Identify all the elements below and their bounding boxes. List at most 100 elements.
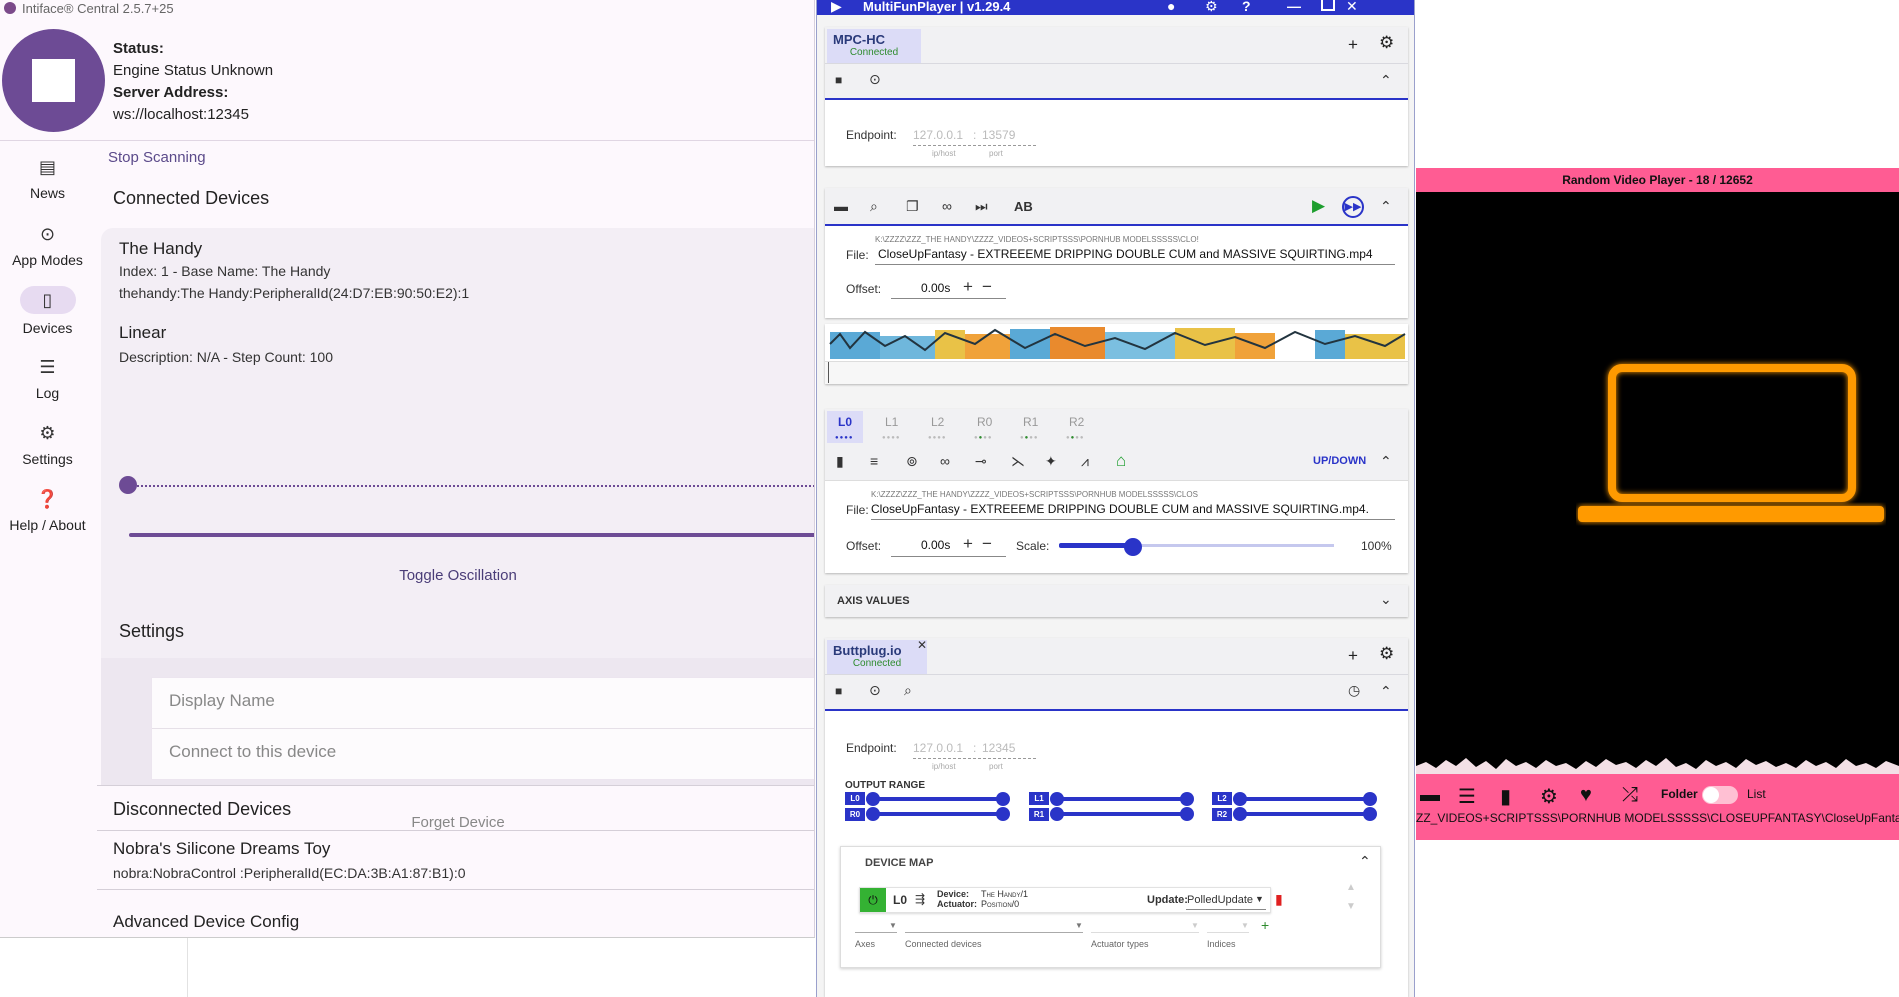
maximize-icon[interactable] — [1321, 0, 1335, 11]
actuator-slider-thumb[interactable] — [119, 476, 137, 494]
help-icon[interactable]: ? — [1242, 0, 1251, 14]
close-icon[interactable]: ✕ — [1346, 0, 1358, 15]
nav-settings[interactable]: ⚙ Settings — [0, 421, 95, 467]
range-thumb[interactable] — [996, 807, 1010, 821]
nav-news[interactable]: ▤ News — [0, 155, 95, 201]
axis-tab-r0[interactable]: R0 — [977, 415, 992, 429]
gamepad-icon[interactable]: ✦ — [1045, 453, 1057, 470]
range-thumb[interactable] — [1050, 807, 1064, 821]
move-up-icon[interactable]: ▲ — [1346, 882, 1356, 893]
actuator-types-select[interactable] — [1091, 932, 1199, 933]
play-icon[interactable]: ▶ — [1312, 196, 1325, 216]
disconnected-device-name[interactable]: Nobra's Silicone Dreams Toy — [113, 839, 330, 859]
range-thumb[interactable] — [996, 792, 1010, 806]
output-endpoint-port[interactable]: 12345 — [982, 741, 1015, 755]
playhead[interactable] — [828, 362, 829, 383]
range-thumb[interactable] — [866, 807, 880, 821]
server-stop-button[interactable] — [2, 29, 105, 132]
media-tab-mpc[interactable]: MPC-HC Connected — [827, 29, 921, 63]
media-endpoint-host[interactable]: 127.0.0.1 — [913, 128, 963, 142]
collapse-chevron-icon[interactable]: ⌃ — [1380, 453, 1392, 470]
plug-icon[interactable]: ⏻ — [860, 888, 886, 912]
bulb-icon[interactable]: ● — [1167, 0, 1175, 14]
axis-tab-l2[interactable]: L2 — [931, 415, 944, 429]
shuffle-icon[interactable]: ⤮ — [1622, 784, 1638, 807]
update-select[interactable]: PolledUpdate — [1187, 894, 1253, 906]
folder-list-toggle[interactable] — [1702, 786, 1738, 804]
motion-mode-label[interactable]: UP/DOWN — [1313, 455, 1366, 467]
scan-icon[interactable]: ⌕ — [904, 682, 912, 699]
close-tab-icon[interactable]: ✕ — [917, 638, 927, 652]
output-endpoint-host[interactable]: 127.0.0.1 — [913, 741, 963, 755]
script-offset-value[interactable]: 0.00s — [921, 281, 950, 295]
range-slider-l1[interactable] — [1055, 797, 1189, 801]
folder-icon[interactable]: ▬ — [1420, 784, 1440, 807]
range-thumb[interactable] — [1363, 807, 1377, 821]
offset-plus-button[interactable]: + — [963, 277, 973, 297]
range-slider-r1[interactable] — [1055, 812, 1189, 816]
collapse-chevron-icon[interactable]: ⌃ — [1380, 198, 1392, 215]
link-icon[interactable]: ∞ — [942, 198, 952, 214]
output-tab-buttplug[interactable]: Buttplug.io Connected — [827, 640, 927, 674]
advanced-device-config[interactable]: Advanced Device Config — [113, 912, 299, 932]
nav-log[interactable]: ☰ Log — [0, 355, 95, 401]
stop-scanning-button[interactable]: Stop Scanning — [108, 149, 206, 166]
range-thumb[interactable] — [1050, 792, 1064, 806]
axes-select[interactable] — [855, 932, 897, 933]
media-endpoint-port[interactable]: 13579 — [982, 128, 1015, 142]
auto-connect-icon[interactable]: ⊙ — [869, 71, 881, 88]
axis-file-name[interactable]: CloseUpFantasy - EXTREEEME DRIPPING DOUB… — [871, 502, 1369, 516]
range-slider-l0[interactable] — [871, 797, 1005, 801]
heart-icon[interactable]: ♥ — [1580, 784, 1592, 807]
add-output-button[interactable]: + — [1348, 646, 1358, 666]
minimize-icon[interactable]: — — [1287, 0, 1301, 14]
collapse-chevron-icon[interactable]: ⌃ — [1380, 72, 1392, 89]
script-file-name[interactable]: CloseUpFantasy - EXTREEEME DRIPPING DOUB… — [878, 247, 1373, 261]
timer-icon[interactable]: ◷ — [1348, 682, 1360, 699]
stop-icon[interactable]: ■ — [835, 684, 842, 698]
ab-loop-button[interactable]: AB — [1014, 199, 1033, 214]
dropdown-arrow-icon[interactable]: ▼ — [1075, 921, 1083, 930]
add-media-source-button[interactable]: + — [1348, 35, 1358, 55]
scale-slider-thumb[interactable] — [1124, 538, 1142, 556]
stop-icon[interactable]: ■ — [835, 73, 842, 87]
offset-minus-button[interactable]: − — [982, 534, 992, 554]
connected-devices-select[interactable] — [905, 932, 1083, 933]
range-slider-r2[interactable] — [1238, 812, 1372, 816]
range-thumb[interactable] — [1180, 792, 1194, 806]
rvp-waveform[interactable] — [1416, 754, 1899, 774]
range-thumb[interactable] — [1233, 807, 1247, 821]
chart-icon[interactable]: ⩘ — [1081, 453, 1089, 470]
nav-app-modes[interactable]: ⊙ App Modes — [0, 222, 95, 268]
axis-tab-l0[interactable]: L0 — [838, 415, 852, 429]
range-thumb[interactable] — [1363, 792, 1377, 806]
copy-icon[interactable]: ❐ — [906, 198, 919, 215]
script-heatmap[interactable] — [825, 324, 1408, 361]
gear-icon[interactable]: ⚙ — [1205, 0, 1218, 15]
offset-minus-button[interactable]: − — [982, 277, 992, 297]
actuator-range-slider[interactable] — [129, 533, 814, 537]
list-icon[interactable]: ☰ — [1458, 784, 1476, 809]
skip-to-end-icon[interactable]: ⏭ — [975, 198, 988, 215]
file-icon[interactable]: ▮ — [836, 453, 844, 470]
actuator-slider-track[interactable] — [129, 485, 814, 487]
trash-icon[interactable]: ▮ — [1500, 784, 1511, 809]
range-slider-l2[interactable] — [1238, 797, 1372, 801]
search-library-icon[interactable]: ⌕ — [870, 198, 878, 215]
display-name-field[interactable]: Display Name — [169, 691, 275, 711]
indices-select[interactable] — [1207, 932, 1249, 933]
folder-open-icon[interactable]: ▬ — [834, 198, 848, 214]
axis-offset-value[interactable]: 0.00s — [921, 538, 950, 552]
output-settings-gear-icon[interactable]: ⚙ — [1379, 644, 1394, 664]
range-thumb[interactable] — [1180, 807, 1194, 821]
dropdown-arrow-icon[interactable]: ▼ — [1255, 894, 1264, 904]
connect-to-device-field[interactable]: Connect to this device — [169, 742, 336, 762]
dropdown-arrow-icon[interactable]: ▼ — [1191, 921, 1199, 930]
add-mapping-button[interactable]: + — [1261, 917, 1269, 933]
dropdown-arrow-icon[interactable]: ▼ — [1241, 921, 1249, 930]
collapse-chevron-icon[interactable]: ⌃ — [1359, 853, 1371, 870]
gear-icon[interactable]: ⚙ — [1540, 784, 1558, 809]
collapse-chevron-icon[interactable]: ⌃ — [1380, 683, 1392, 700]
link-icon[interactable]: ∞ — [940, 453, 950, 469]
toggle-icon[interactable]: ⊸ — [975, 453, 987, 470]
